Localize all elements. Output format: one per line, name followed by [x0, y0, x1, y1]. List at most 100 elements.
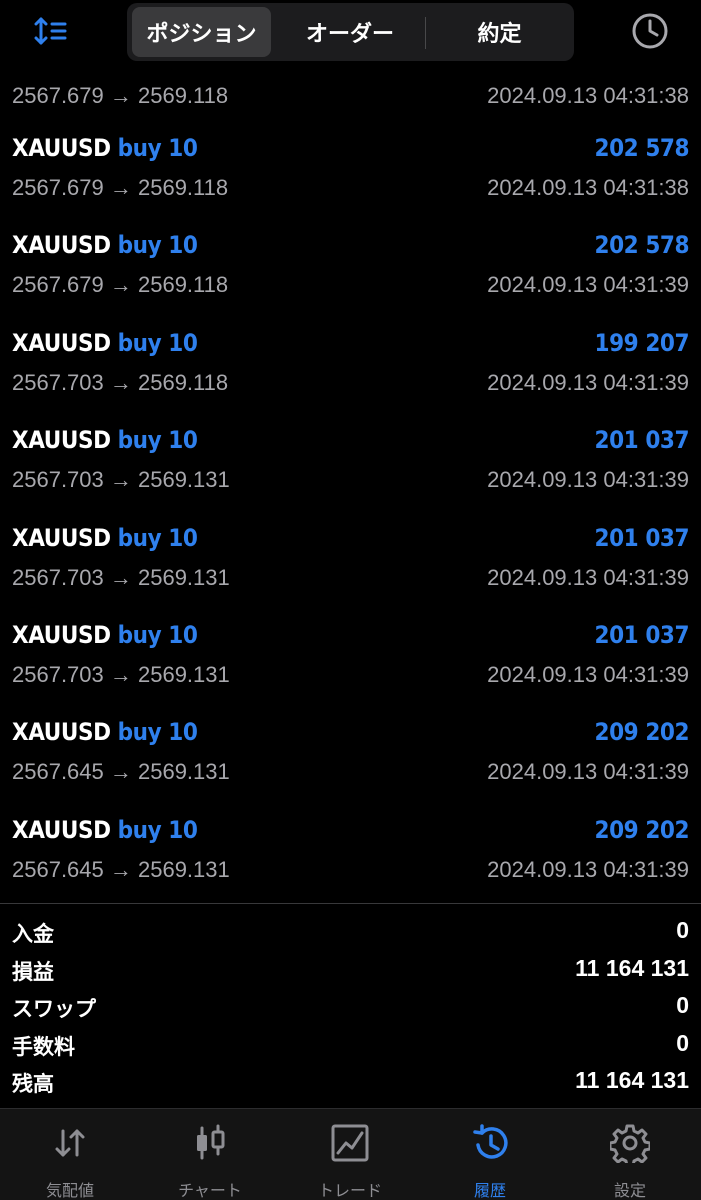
summary-label: 損益 — [12, 959, 54, 984]
deal-symbol: XAUUSD — [12, 426, 111, 455]
deal-symbol: XAUUSD — [12, 328, 111, 357]
list-item[interactable]: XAUUSD buy 10 209 202 2567.645 → 2569.13… — [0, 706, 701, 803]
sort-button[interactable] — [30, 12, 72, 50]
deal-symbol: XAUUSD — [12, 523, 111, 552]
deal-prices: 2567.679 → 2569.118 — [12, 272, 229, 298]
list-item[interactable]: XAUUSD buy 10 201 037 2567.703 → 2569.13… — [0, 414, 701, 511]
deal-symbol: XAUUSD — [12, 620, 111, 649]
sort-icon — [34, 17, 67, 45]
tab-orders[interactable]: オーダー — [275, 7, 425, 57]
deal-profit: 201 037 — [594, 620, 689, 649]
deal-prices: 2567.645 → 2569.131 — [12, 759, 230, 785]
tab-positions[interactable]: ポジション — [132, 7, 271, 57]
summary-row-profit: 損益 11 164 131 — [0, 950, 701, 988]
summary-label: 入金 — [12, 922, 54, 946]
summary-value: 11 164 131 — [575, 1067, 689, 1093]
deal-symbol: XAUUSD — [12, 134, 111, 162]
deal-symbol: XAUUSD — [12, 718, 111, 747]
deal-time: 2024.09.13 04:31:39 — [487, 467, 689, 493]
deal-side: buy 10 — [117, 134, 198, 162]
deal-time: 2024.09.13 04:31:39 — [487, 661, 689, 687]
tab-label: トレード — [317, 1181, 382, 1200]
tab-deals[interactable]: 約定 — [427, 7, 572, 57]
deal-prices: 2567.679 → 2569.118 — [12, 175, 229, 200]
tab-label: 履歴 — [473, 1181, 506, 1200]
deal-side: buy 10 — [117, 426, 198, 455]
deal-prices: 2567.679 → 2569.118 — [12, 83, 229, 108]
list-item[interactable]: XAUUSD buy 10 201 037 2567.703 → 2569.13… — [0, 512, 701, 609]
deal-symbol: XAUUSD — [12, 231, 111, 260]
tab-label: チャート — [178, 1181, 242, 1200]
deal-side: buy 10 — [117, 620, 198, 649]
deal-profit: 209 202 — [594, 815, 689, 844]
summary-value: 0 — [676, 1029, 689, 1056]
summary-value: 0 — [676, 992, 689, 1018]
history-icon — [473, 1124, 508, 1159]
tab-quotes[interactable]: 気配値 — [0, 1109, 140, 1200]
clock-icon — [632, 13, 668, 49]
clock-button[interactable] — [630, 11, 670, 51]
list-item[interactable]: XAUUSD buy 10 199 207 2567.703 → 2569.11… — [0, 317, 701, 414]
deal-profit: 209 202 — [594, 718, 689, 747]
deal-title: XAUUSD buy 10 — [12, 328, 198, 357]
top-bar: ポジション オーダー 約定 — [0, 0, 701, 64]
deal-title: XAUUSD buy 10 — [12, 426, 198, 455]
account-summary: 入金 0 損益 11 164 131 スワップ 0 手数料 0 残高 11 16… — [0, 912, 701, 1100]
deal-profit: 202 578 — [594, 231, 689, 260]
deal-prices: 2567.703 → 2569.131 — [12, 467, 230, 493]
deal-title: XAUUSD buy 10 — [12, 620, 198, 649]
tab-label: 気配値 — [45, 1181, 94, 1200]
bottom-tab-bar: 気配値 チャート トレード 履歴 設定 — [0, 1108, 701, 1200]
list-item[interactable]: XAUUSD buy 10 209 202 2567.645 → 2569.13… — [0, 804, 701, 901]
deal-symbol: XAUUSD — [12, 815, 111, 844]
summary-label: スワップ — [12, 997, 96, 1021]
deal-title: XAUUSD buy 10 — [12, 718, 198, 747]
deal-time: 2024.09.13 04:31:39 — [487, 564, 689, 590]
deal-prices: 2567.645 → 2569.131 — [12, 856, 230, 882]
summary-row-commission: 手数料 0 — [0, 1025, 701, 1063]
deal-time: 2024.09.13 04:31:39 — [487, 856, 689, 882]
tab-chart[interactable]: チャート — [140, 1109, 280, 1200]
deal-title: XAUUSD buy 10 — [12, 231, 198, 260]
tab-history[interactable]: 履歴 — [420, 1109, 560, 1200]
gear-icon — [610, 1124, 650, 1163]
deal-profit: 199 207 — [594, 328, 689, 357]
list-item[interactable]: 2567.679 → 2569.118 2024.09.13 04:31:38 — [0, 64, 701, 122]
deal-title: XAUUSD buy 10 — [12, 815, 198, 844]
tab-trade[interactable]: トレード — [280, 1109, 420, 1200]
deal-profit: 201 037 — [594, 523, 689, 552]
summary-row-balance: 残高 11 164 131 — [0, 1062, 701, 1100]
segment-divider — [425, 17, 426, 49]
deal-time: 2024.09.13 04:31:39 — [487, 272, 689, 298]
deal-side: buy 10 — [117, 523, 198, 552]
list-item[interactable]: XAUUSD buy 10 202 578 2567.679 → 2569.11… — [0, 122, 701, 219]
deal-time: 2024.09.13 04:31:38 — [487, 175, 689, 200]
summary-row-swap: スワップ 0 — [0, 987, 701, 1025]
deal-prices: 2567.703 → 2569.118 — [12, 369, 229, 395]
deal-side: buy 10 — [117, 718, 198, 747]
tab-settings[interactable]: 設定 — [560, 1109, 700, 1200]
summary-label: 残高 — [12, 1072, 54, 1096]
deal-title: XAUUSD buy 10 — [12, 523, 198, 552]
history-segmented-control: ポジション オーダー 約定 — [127, 3, 574, 61]
tab-label: 設定 — [613, 1181, 646, 1200]
summary-divider — [0, 903, 701, 904]
deal-time: 2024.09.13 04:31:39 — [487, 369, 689, 395]
summary-label: 手数料 — [12, 1034, 75, 1059]
list-item[interactable]: XAUUSD buy 10 201 037 2567.703 → 2569.13… — [0, 609, 701, 706]
deal-profit: 202 578 — [594, 134, 689, 162]
deal-time: 2024.09.13 04:31:38 — [487, 83, 689, 108]
deal-profit: 201 037 — [594, 426, 689, 455]
deal-side: buy 10 — [117, 328, 198, 357]
list-item[interactable]: XAUUSD buy 10 202 578 2567.679 → 2569.11… — [0, 219, 701, 316]
trade-chart-icon — [331, 1124, 369, 1162]
summary-value: 0 — [676, 917, 689, 943]
deal-title: XAUUSD buy 10 — [12, 134, 198, 162]
summary-value: 11 164 131 — [575, 954, 689, 981]
deal-side: buy 10 — [117, 231, 198, 260]
quotes-arrows-icon — [55, 1129, 85, 1157]
deal-list: 2567.679 → 2569.118 2024.09.13 04:31:38 … — [0, 64, 701, 901]
deal-prices: 2567.703 → 2569.131 — [12, 661, 230, 687]
candlestick-chart-icon — [197, 1124, 225, 1160]
deal-prices: 2567.703 → 2569.131 — [12, 564, 230, 590]
